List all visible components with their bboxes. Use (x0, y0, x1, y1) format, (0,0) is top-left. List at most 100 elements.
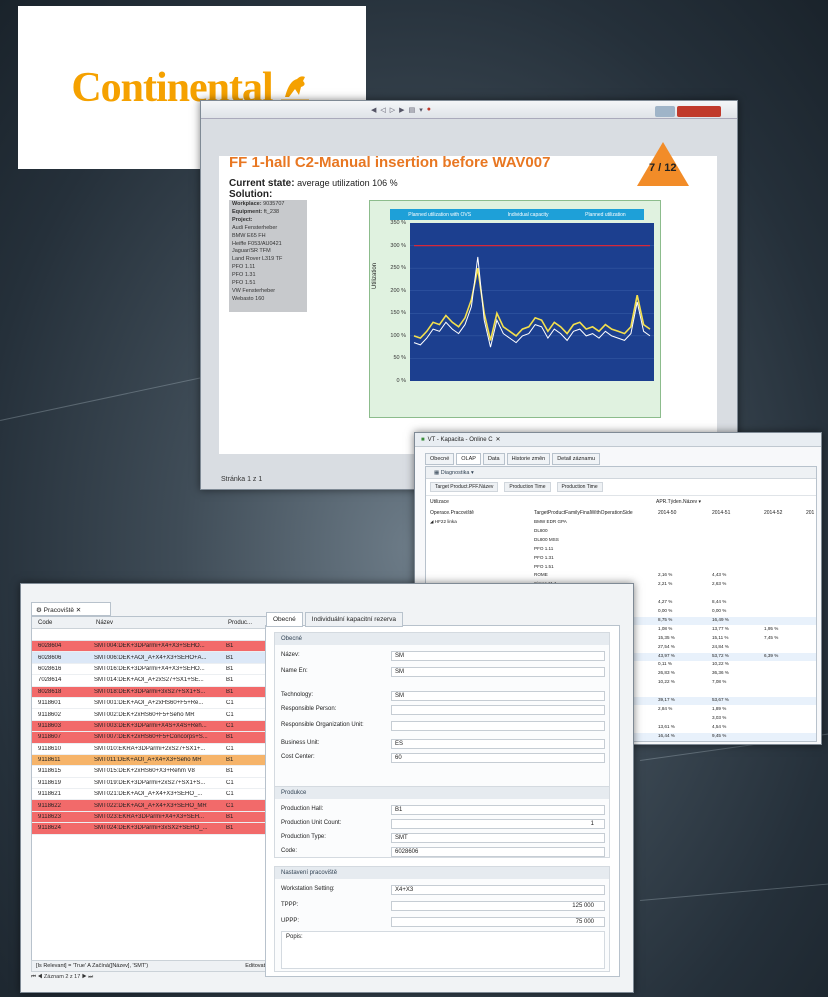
table-row[interactable]: 9118603 SMT003:DEK+3DParmi+X4S+X4S+Reh...… (32, 720, 278, 733)
grid-icon: ■ (421, 436, 425, 443)
y-tick-label: 50 % (393, 355, 406, 362)
diagnostics-button[interactable]: ▦ Diagnostika ▾ (426, 467, 816, 479)
business-unit-select[interactable]: ES (391, 739, 605, 749)
table-row[interactable]: 9118610 SMT010:EKRA+3DParmi+2xS27+SX1+...… (32, 744, 278, 755)
code-input[interactable]: 6028606 (391, 847, 605, 857)
nav-next-icon[interactable]: ▷ (390, 106, 395, 114)
olap-window-tab[interactable]: ■ VT - Kapacita - Online C ✕ (415, 433, 821, 447)
project-list: Audi Fensterheber BMW E65 FH Heiffe F053/A… (232, 225, 304, 304)
field-unit-count: Production Unit Count: 1 (281, 819, 605, 829)
hall-select[interactable]: B1 (391, 805, 605, 815)
y-axis-title: Utilization (372, 262, 378, 289)
page-badge: 7 / 12 (637, 142, 689, 186)
field-technology: Technology: SM (281, 691, 605, 701)
cell-prod: C1 (226, 722, 234, 729)
nav-first-icon[interactable]: ◀ (371, 106, 376, 114)
technology-select[interactable]: SM (391, 691, 605, 701)
report-status: Stránka 1 z 1 (221, 476, 263, 483)
resp-person-input[interactable] (391, 705, 605, 715)
active-filter[interactable]: [Is Relevant] = 'True' A Začíná([Název],… (36, 963, 148, 969)
table-row[interactable]: 9118615 SMT015:DEK+2xHS60+X3+Rehm V8 B1 (32, 766, 278, 778)
type-select[interactable]: SMT (391, 833, 605, 843)
cell-code: 9118619 (38, 779, 61, 786)
tppp-spinner[interactable]: 125 000 (391, 901, 605, 911)
export-icon[interactable]: ▾ (419, 106, 423, 114)
tab-olap[interactable]: OLAP (456, 453, 481, 465)
field-cost-center: Cost Center: 60 (281, 753, 605, 763)
tab-general[interactable]: Obecné (266, 612, 303, 627)
table-row[interactable]: 9118611 SMT011:DEK+AOI_A+X4+X3+Seho MR B1 (32, 754, 278, 767)
cell-name: SMT006:DEK+AOI_A+X4+X3+SEHO+A... (94, 654, 207, 661)
section-title: Nastavení pracoviště (275, 867, 609, 879)
description-box[interactable]: Popis: (281, 931, 605, 969)
current-state: Current state: average utilization 106 % (229, 178, 398, 189)
stop-icon[interactable]: ● (427, 106, 431, 113)
table-row[interactable]: 6028606 SMT006:DEK+AOI_A+X4+X3+SEHO+A... B… (32, 652, 278, 664)
filter-field[interactable]: Target Product.PFF.Název (430, 482, 499, 492)
grid-rows: 6028604 SMT004:DEK+3DParmi+X4+X3+SEHO... B… (32, 641, 278, 835)
filter-bar: [Is Relevant] = 'True' A Začíná([Název],… (31, 960, 279, 972)
ws-setting-select[interactable]: X4+X3 (391, 885, 605, 895)
tab-detail[interactable]: Detail záznamu (552, 453, 601, 465)
table-row[interactable]: 6028616 SMT016:DEK+3DParmi+X4+X3+SEHO... B… (32, 664, 278, 676)
y-tick-label: 200 % (390, 287, 406, 294)
table-row[interactable]: 9118624 SMT024:DEK+3DParmi+3xSX2+SEHO_...… (32, 823, 278, 835)
window-controls[interactable] (655, 106, 721, 117)
column-field[interactable]: APR.Týden.Název ▾ (656, 499, 701, 505)
cell-name: SMT007:DEK+2xHS60+F5+Concorps+S... (94, 734, 208, 741)
tab-data[interactable]: Data (482, 453, 505, 465)
cell-code: 6028604 (38, 643, 62, 650)
uppp-spinner[interactable]: 75 000 (391, 917, 605, 927)
filter-row[interactable] (32, 629, 278, 641)
filter-field[interactable]: Production Time (504, 482, 551, 492)
nav-prev-icon[interactable]: ◁ (380, 106, 385, 114)
project-item: Audi Fensterheber (232, 224, 278, 231)
record-navigator[interactable]: ⏮ ◀ Záznam 2 z 17 ▶ ⏭ (31, 974, 93, 981)
y-tick-label: 150 % (390, 310, 406, 317)
col-prod[interactable]: Produc... (222, 620, 262, 626)
field-name: Název: SM (281, 651, 605, 661)
table-row[interactable]: 9118607 SMT007:DEK+2xHS60+F5+Concorps+S..… (32, 732, 278, 744)
section-title: Produkce (275, 787, 609, 799)
cell-name: SMT015:DEK+2xHS60+X3+Rehm V8 (94, 768, 195, 775)
cost-center-select[interactable]: 60 (391, 753, 605, 763)
row-field-1[interactable]: Operace.Pracoviště (430, 510, 474, 516)
col-name[interactable]: Název (90, 620, 222, 626)
pivot-row: ROME 2,16 % 4,43 % (534, 572, 727, 578)
resp-org-input[interactable] (391, 721, 605, 731)
row-field-2[interactable]: TargetProductFamilyFinalWithOperationSid… (534, 510, 633, 516)
table-row[interactable]: 6028604 SMT004:DEK+3DParmi+X4+X3+SEHO... B… (32, 641, 278, 653)
cell-code: 9118615 (38, 768, 61, 775)
table-row[interactable]: 8028618 SMT018:DEK+3DParmi+3xS27+SX1+S...… (32, 686, 278, 698)
col-code[interactable]: Code (32, 620, 90, 626)
table-row[interactable]: 9118602 SMT002:DEK+2xHS60+F5+Seho MR C1 (32, 709, 278, 721)
table-row[interactable]: 9118601 SMT001:DEK+AOI_A+2xHS60+F5+Re... C… (32, 698, 278, 710)
cell-prod: B1 (226, 654, 234, 661)
close-icon[interactable]: ✕ (496, 436, 501, 443)
measure-field[interactable]: Utilizace (430, 499, 449, 505)
cell-prod: B1 (226, 768, 234, 775)
unit-count-spinner[interactable]: 1 (391, 819, 605, 829)
name-input[interactable]: SM (391, 651, 605, 661)
tab-obecne[interactable]: Obecné (425, 453, 455, 465)
name-en-input[interactable]: SM (391, 667, 605, 677)
project-item: Jaguar/SR TFM (232, 248, 271, 255)
cell-code: 9118622 (38, 802, 61, 809)
tab-capacity-reserve[interactable]: Individuální kapacitní rezerva (304, 612, 403, 627)
table-row[interactable]: 9118622 SMT022:DEK+AOI_A+X4+X3+SEHO_MR C1 (32, 800, 278, 812)
cell-name: SMT001:DEK+AOI_A+2xHS60+F5+Re... (94, 700, 204, 707)
tab-pracoviste[interactable]: ⚙ Pracoviště ✕ (31, 602, 111, 616)
nav-last-icon[interactable]: ▶ (399, 106, 404, 114)
section-settings: Nastavení pracoviště Workstation Setting… (274, 866, 610, 972)
table-row[interactable]: 9118619 SMT019:DEK+3DParmi+2xS27+SX1+S...… (32, 778, 278, 790)
pivot-row: ◢ HF22 linka BMW EDR GPA (430, 519, 567, 524)
detail-form: Obecné Individuální kapacitní rezerva Ob… (265, 612, 620, 977)
table-row[interactable]: 9118621 SMT021:DEK+AOI_A+X4+X3+SEHO_... C1 (32, 789, 278, 801)
table-row[interactable]: 7028614 SMT014:DEK+AOI_A+2xS27+SX1+SE... B… (32, 675, 278, 687)
field-business-unit: Business Unit: ES (281, 739, 605, 749)
filter-field[interactable]: Production Time (556, 482, 603, 492)
report-page: FF 1-hall C2-Manual insertion before WAV… (219, 142, 717, 454)
print-icon[interactable]: ▤ (409, 106, 416, 114)
tab-history[interactable]: Historie změn (506, 453, 551, 465)
table-row[interactable]: 9118623 SMT023:EKRA+3DParmi+X4+X3+SEH... B… (32, 811, 278, 824)
